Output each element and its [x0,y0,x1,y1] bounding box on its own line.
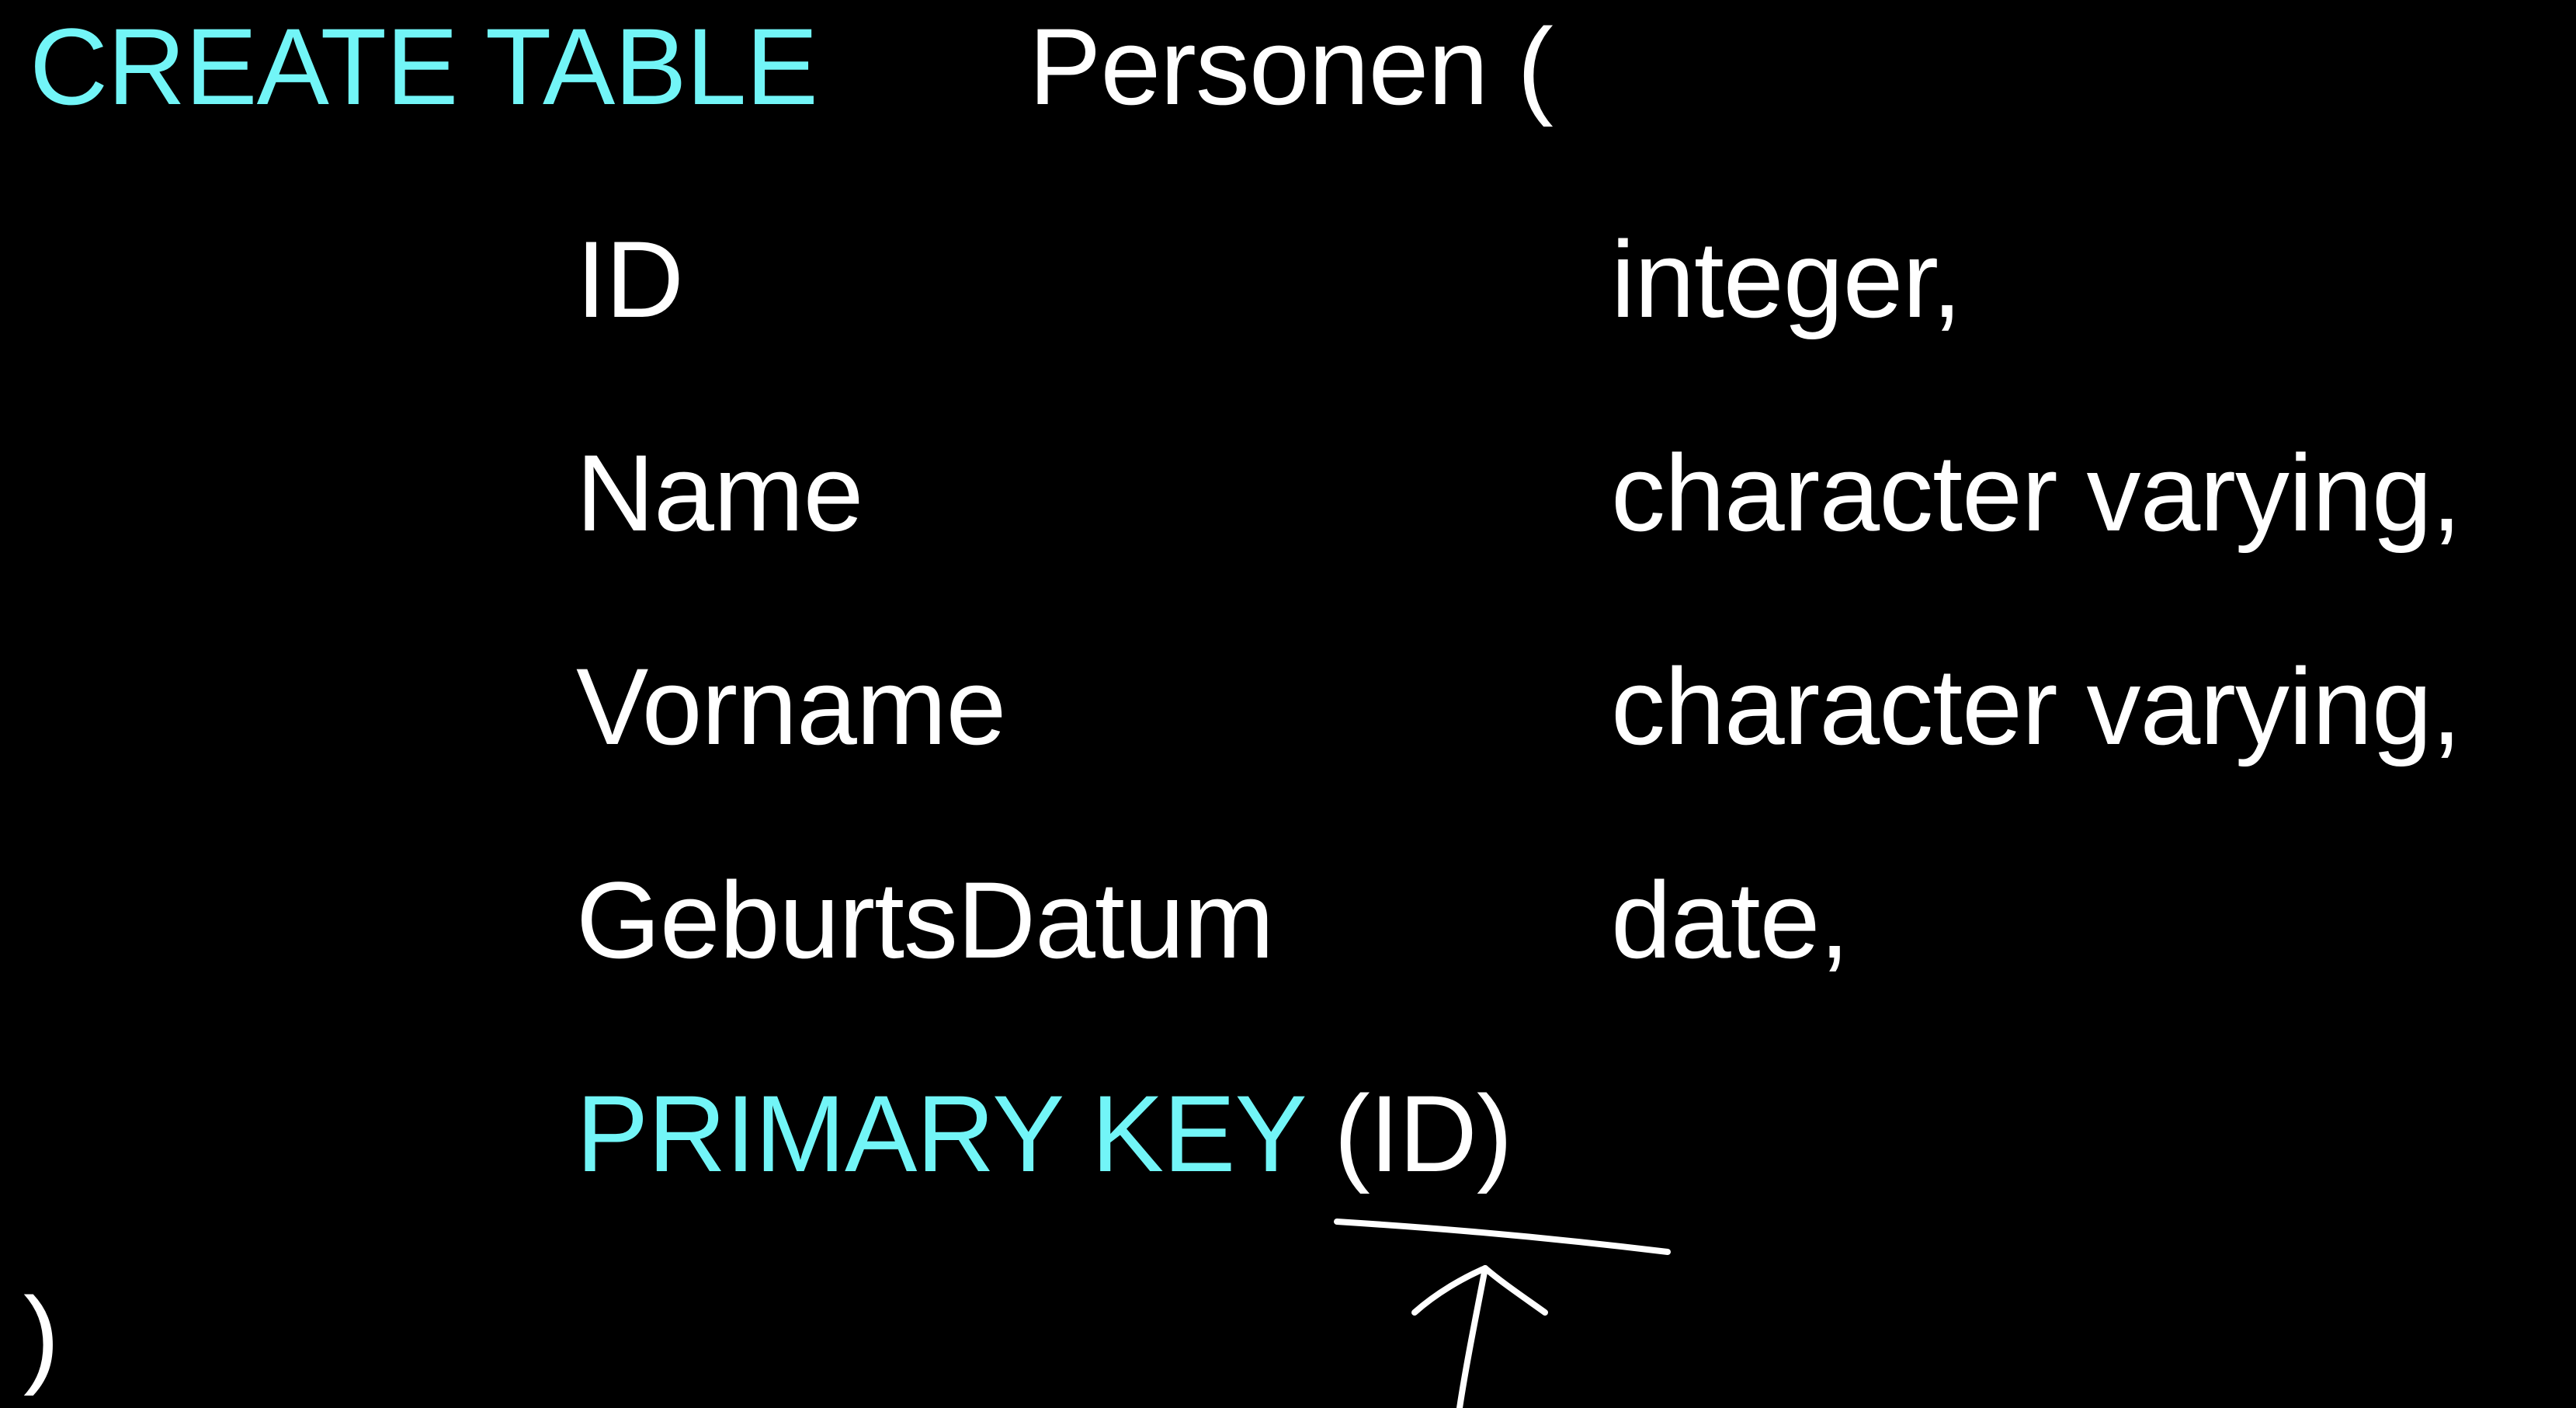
create-table-keyword: CREATE TABLE [30,5,818,127]
hand-drawn-up-arrow-icon [1411,1265,1548,1408]
hand-drawn-underline-icon [1334,1219,1671,1255]
closing-paren: ) [23,1274,60,1396]
column-name: GeburtsDatum [576,859,1274,981]
column-name: ID [576,218,684,340]
column-name: Name [576,432,863,554]
column-type: integer, [1611,218,1962,340]
primary-key-clause: PRIMARY KEY (ID) [576,1079,1512,1188]
primary-key-keyword: PRIMARY KEY [576,1073,1305,1194]
primary-key-columns: (ID) [1334,1073,1512,1194]
column-name: Vorname [576,645,1006,767]
table-name: Personen ( [1029,5,1554,127]
column-type: character varying, [1611,432,2462,554]
column-type: date, [1611,859,1849,981]
column-type: character varying, [1611,645,2462,767]
